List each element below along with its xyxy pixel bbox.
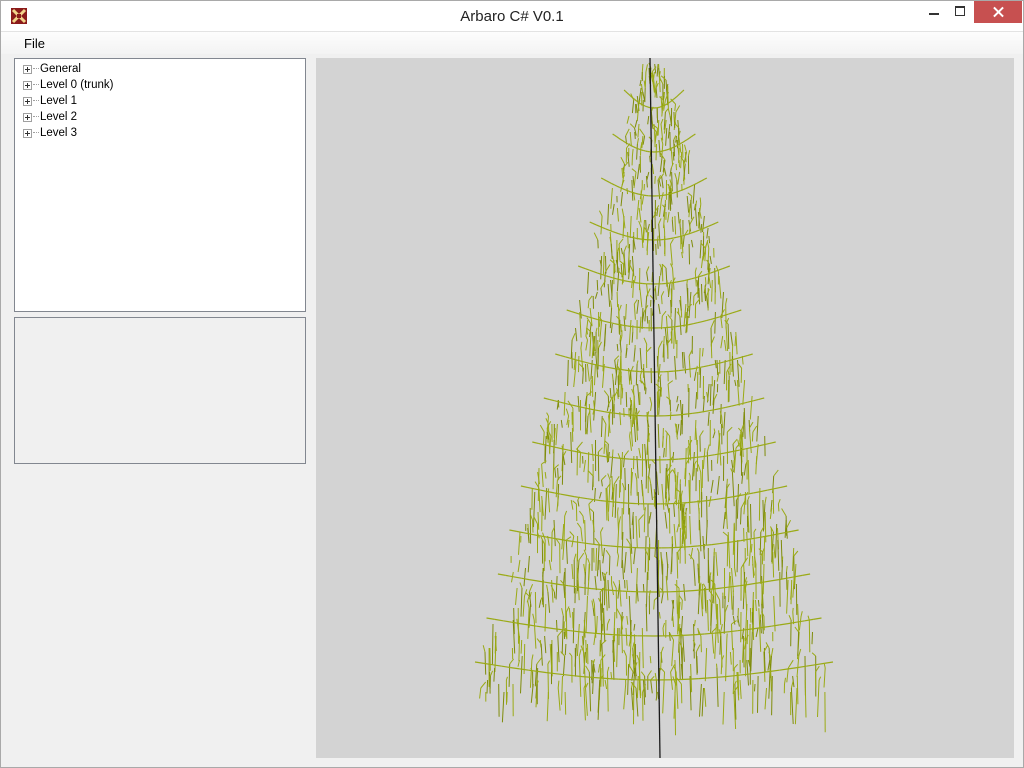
tree-item-label: General [40,63,81,75]
app-window: Arbaro C# V0.1 File General Level 0 (tru… [0,0,1024,768]
parameter-tree[interactable]: General Level 0 (trunk) Level 1 Level 2 … [14,58,306,312]
tree-item-label: Level 0 (trunk) [40,79,114,91]
close-button[interactable] [974,1,1022,23]
title-bar[interactable]: Arbaro C# V0.1 [1,1,1023,32]
menu-bar: File [1,32,1023,54]
plus-box-icon[interactable] [23,129,32,138]
tree-item-label: Level 1 [40,95,78,107]
parameter-panel [14,317,306,464]
plus-box-icon[interactable] [23,97,32,106]
tree-rendering [474,58,834,758]
window-title: Arbaro C# V0.1 [460,8,564,25]
plus-box-icon[interactable] [23,113,32,122]
plus-box-icon[interactable] [23,81,32,90]
plus-box-icon[interactable] [23,65,32,74]
tree-item-label: Level 2 [40,111,78,123]
tree-viewport[interactable] [316,58,1014,758]
menu-file[interactable]: File [16,35,53,52]
tree-item-label: Level 3 [40,127,78,139]
